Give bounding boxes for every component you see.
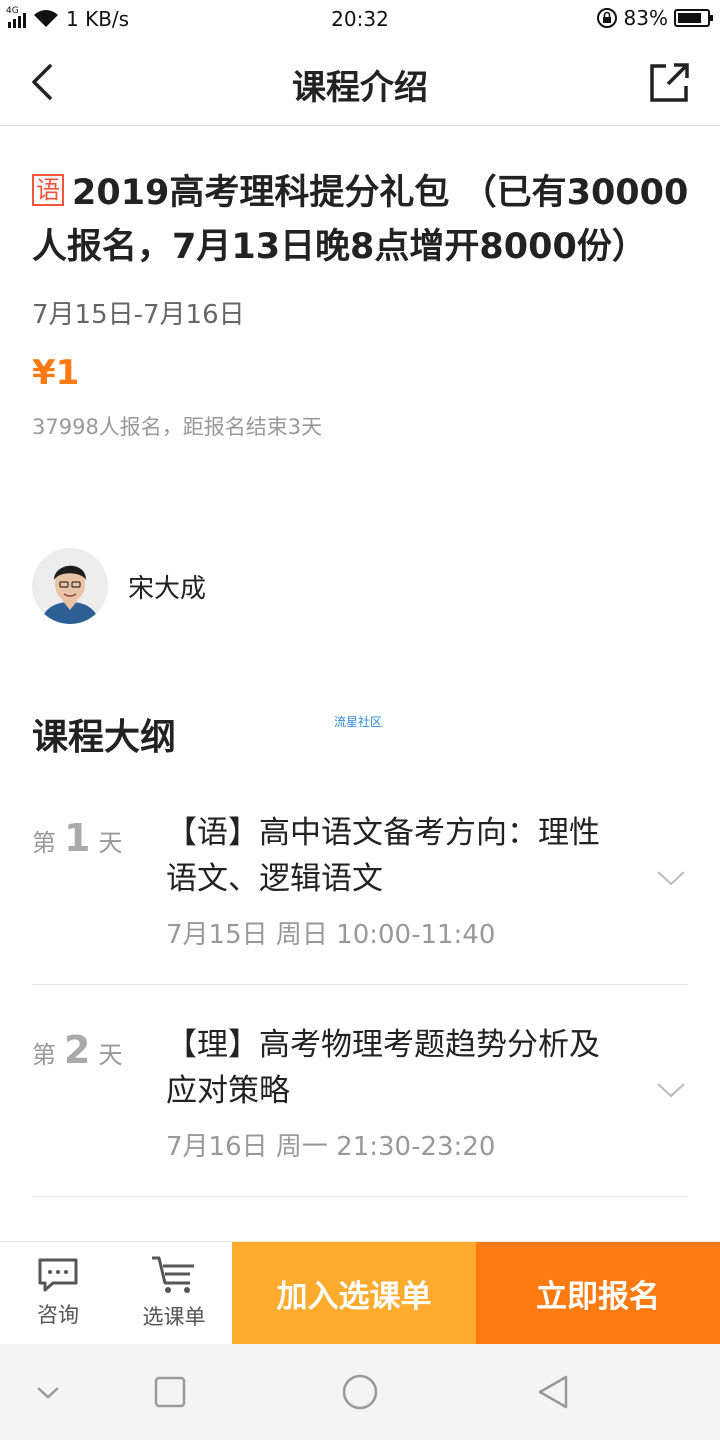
cart-button[interactable]: 选课单 (116, 1242, 232, 1344)
add-to-cart-button[interactable]: 加入选课单 (232, 1242, 476, 1344)
course-title-block: 语 2019高考理科提分礼包 （已有30000人报名，7月13日晚8点增开8000… (32, 166, 692, 274)
avatar (32, 548, 108, 624)
chevron-down-icon[interactable] (28, 1372, 68, 1412)
lesson-title: 【理】高考物理考题趋势分析及应对策略 (166, 1027, 600, 1109)
lesson-title: 【语】高中语文备考方向：理性语文、逻辑语文 (166, 815, 600, 897)
lesson-time: 7月15日 周日 10:00-11:40 (166, 920, 496, 950)
share-icon[interactable] (648, 60, 692, 104)
course-date-range: 7月15日-7月16日 (32, 300, 245, 330)
back-icon[interactable] (534, 1372, 574, 1412)
teacher[interactable]: 宋大成 (32, 548, 206, 624)
cart-label: 选课单 (142, 1305, 206, 1329)
consult-label: 咨询 (37, 1303, 79, 1327)
page-title: 课程介绍 (292, 68, 428, 108)
chevron-down-icon[interactable] (656, 1082, 686, 1098)
battery-icon (674, 9, 713, 27)
lesson-day: 第1天 (32, 816, 123, 860)
outline-heading: 课程大纲 (32, 717, 177, 758)
watermark: 流星社区 (334, 715, 383, 729)
rotation-lock-icon (596, 8, 617, 28)
home-icon[interactable] (340, 1372, 380, 1412)
subject-tag: 语 (32, 174, 64, 206)
signup-info: 37998人报名，距报名结束3天 (32, 415, 323, 439)
lesson-item[interactable]: 第1天 【语】高中语文备考方向：理性语文、逻辑语文 7月15日 周日 10:00… (32, 810, 688, 985)
signup-now-button[interactable]: 立即报名 (476, 1242, 720, 1344)
recent-apps-icon[interactable] (150, 1372, 190, 1412)
nav-bar: 课程介绍 (0, 38, 720, 126)
chat-icon (38, 1258, 78, 1292)
battery-percent: 83% (623, 6, 668, 30)
lesson-time: 7月16日 周一 21:30-23:20 (166, 1132, 496, 1162)
lesson-item[interactable]: 第2天 【理】高考物理考题趋势分析及应对策略 7月16日 周一 21:30-23… (32, 1022, 688, 1197)
status-bar: 4G 1 KB/s 20:32 83% (0, 0, 720, 38)
system-nav-bar (0, 1344, 720, 1440)
course-title: 2019高考理科提分礼包 （已有30000人报名，7月13日晚8点增开8000份… (32, 173, 689, 267)
consult-button[interactable]: 咨询 (0, 1242, 116, 1344)
course-info: 语 2019高考理科提分礼包 （已有30000人报名，7月13日晚8点增开8000… (32, 166, 692, 441)
course-price: ¥1 (32, 353, 80, 393)
lesson-day: 第2天 (32, 1028, 123, 1072)
action-bar: 咨询 选课单 加入选课单 立即报名 (0, 1241, 720, 1344)
chevron-down-icon[interactable] (656, 870, 686, 886)
cart-icon (152, 1256, 194, 1293)
teacher-name: 宋大成 (128, 573, 207, 604)
